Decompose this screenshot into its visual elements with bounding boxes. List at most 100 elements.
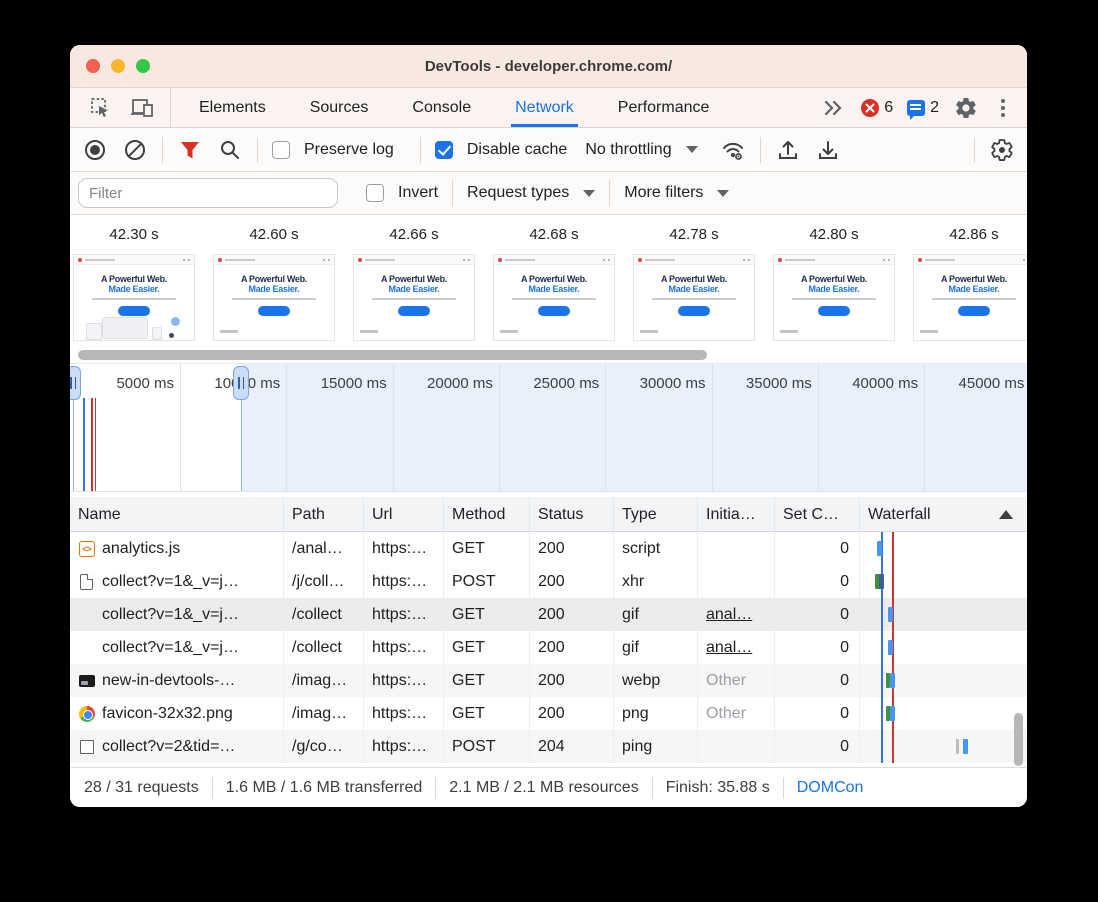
request-initiator[interactable]: anal…	[706, 606, 752, 624]
network-settings-gear-icon[interactable]	[989, 137, 1015, 163]
filmstrip-scrollbar	[70, 347, 1027, 363]
network-conditions-icon[interactable]	[720, 137, 746, 163]
waterfall-cell[interactable]	[860, 664, 1027, 697]
request-status: 200	[530, 631, 614, 664]
load-marker-line	[91, 398, 93, 491]
tab-elements[interactable]: Elements	[199, 88, 266, 127]
tab-performance[interactable]: Performance	[618, 88, 710, 127]
disable-cache-label[interactable]: Disable cache	[467, 141, 568, 159]
waterfall-cell[interactable]	[860, 730, 1027, 763]
settings-gear-icon[interactable]	[953, 95, 979, 121]
column-header-status[interactable]: Status	[530, 497, 614, 532]
preserve-log-label[interactable]: Preserve log	[304, 141, 394, 159]
request-types-dropdown[interactable]: Request types	[467, 184, 595, 202]
timeline-left-handle[interactable]	[70, 366, 81, 400]
thumbnail-subheadline: Made Easier.	[494, 284, 614, 294]
thumbnail-headline: A Powerful Web.	[214, 274, 334, 284]
inspect-element-icon[interactable]	[88, 95, 114, 121]
customize-devtools-icon[interactable]	[1001, 106, 1005, 110]
request-initiator[interactable]: anal…	[706, 639, 752, 657]
column-header-path[interactable]: Path	[284, 497, 364, 532]
column-header-type[interactable]: Type	[614, 497, 698, 532]
export-har-icon[interactable]	[815, 137, 841, 163]
filter-input[interactable]	[78, 178, 338, 208]
request-name[interactable]: new-in-devtools-…	[102, 672, 235, 690]
table-row[interactable]: collect?v=2&tid=…/g/co…https:…POST204pin…	[70, 730, 1027, 763]
tab-sources[interactable]: Sources	[310, 88, 369, 127]
request-set-cookies: 0	[775, 565, 860, 598]
column-header-method[interactable]: Method	[444, 497, 530, 532]
request-url: https:…	[364, 565, 444, 598]
domcontentloaded-time: DOMCon	[797, 779, 864, 797]
filter-icon[interactable]	[177, 137, 203, 163]
column-header-initiator[interactable]: Initia…	[698, 497, 775, 532]
timeline-tick-label: 10000 ms	[214, 375, 286, 392]
request-url: https:…	[364, 598, 444, 631]
search-icon[interactable]	[217, 137, 243, 163]
issues-badge[interactable]: 2	[907, 99, 939, 117]
preserve-log-checkbox[interactable]	[272, 141, 290, 159]
error-badge[interactable]: 6	[861, 99, 893, 117]
chevron-down-icon	[583, 190, 595, 197]
table-row[interactable]: <>analytics.js/anal…https:…GET200script0	[70, 532, 1027, 565]
timeline-overview[interactable]: 5000 ms10000 ms15000 ms20000 ms25000 ms3…	[70, 363, 1027, 492]
filmstrip-frame[interactable]: 42.66 sA Powerful Web.Made Easier.	[353, 215, 475, 341]
request-name[interactable]: analytics.js	[102, 540, 180, 558]
disable-cache-checkbox[interactable]	[435, 141, 453, 159]
filmstrip-frame[interactable]: 42.30 sA Powerful Web.Made Easier.	[73, 215, 195, 341]
timeline-tick-label: 30000 ms	[640, 375, 712, 392]
thumbnail-cta-button	[818, 306, 850, 316]
timeline-tick-label: 15000 ms	[321, 375, 393, 392]
clear-network-log-icon[interactable]	[122, 137, 148, 163]
request-name[interactable]: collect?v=2&tid=…	[102, 738, 235, 756]
filmstrip-frame[interactable]: 42.68 sA Powerful Web.Made Easier.	[493, 215, 615, 341]
waterfall-bar	[890, 673, 895, 688]
throttling-dropdown[interactable]: No throttling	[585, 141, 697, 159]
request-name[interactable]: favicon-32x32.png	[102, 705, 233, 723]
thumbnail-headline: A Powerful Web.	[74, 274, 194, 284]
vertical-scrollbar-thumb[interactable]	[1014, 713, 1023, 766]
horizontal-scrollbar-thumb[interactable]	[78, 350, 707, 360]
waterfall-cell[interactable]	[860, 631, 1027, 664]
filmstrip-frame[interactable]: 42.78 sA Powerful Web.Made Easier.	[633, 215, 755, 341]
frame-thumbnail: A Powerful Web.Made Easier.	[353, 254, 475, 341]
more-tabs-icon[interactable]	[821, 95, 847, 121]
more-filters-label: More filters	[624, 184, 703, 202]
panel-tabs: Elements Sources Console Network Perform…	[199, 88, 709, 127]
table-row[interactable]: favicon-32x32.png/imag…https:…GET200pngO…	[70, 697, 1027, 730]
table-row[interactable]: collect?v=1&_v=j…/collecthttps:…GET200gi…	[70, 631, 1027, 664]
thumbnail-subheadline: Made Easier.	[774, 284, 894, 294]
table-row[interactable]: new-in-devtools-…/imag…https:…GET200webp…	[70, 664, 1027, 697]
waterfall-cell[interactable]	[860, 598, 1027, 631]
invert-label[interactable]: Invert	[398, 184, 438, 202]
waterfall-bar	[888, 640, 893, 655]
more-filters-dropdown[interactable]: More filters	[624, 184, 729, 202]
invert-checkbox[interactable]	[366, 184, 384, 202]
request-name[interactable]: collect?v=1&_v=j…	[102, 573, 239, 591]
tab-console[interactable]: Console	[412, 88, 471, 127]
request-name[interactable]: collect?v=1&_v=j…	[102, 639, 239, 657]
waterfall-cell[interactable]	[860, 532, 1027, 565]
column-header-set-cookies[interactable]: Set C…	[775, 497, 860, 532]
error-count: 6	[884, 99, 893, 117]
table-row[interactable]: collect?v=1&_v=j…/collecthttps:…GET200gi…	[70, 598, 1027, 631]
import-har-icon[interactable]	[775, 137, 801, 163]
timeline-right-handle[interactable]	[233, 366, 249, 400]
table-row[interactable]: collect?v=1&_v=j…/j/coll…https:…POST200x…	[70, 565, 1027, 598]
timeline-gridline	[180, 364, 181, 491]
request-set-cookies: 0	[775, 631, 860, 664]
column-header-url[interactable]: Url	[364, 497, 444, 532]
filmstrip-frame[interactable]: 42.86 sA Powerful Web.Made Easier.	[913, 215, 1027, 341]
column-header-waterfall[interactable]: Waterfall	[860, 497, 1027, 532]
toggle-device-toolbar-icon[interactable]	[130, 95, 156, 121]
tab-network[interactable]: Network	[515, 88, 574, 127]
column-header-name[interactable]: Name	[70, 497, 284, 532]
waterfall-cell[interactable]	[860, 697, 1027, 730]
filmstrip-frame[interactable]: 42.80 sA Powerful Web.Made Easier.	[773, 215, 895, 341]
record-network-log-icon[interactable]	[82, 137, 108, 163]
request-set-cookies: 0	[775, 598, 860, 631]
waterfall-cell[interactable]	[860, 565, 1027, 598]
filmstrip-frame[interactable]: 42.60 sA Powerful Web.Made Easier.	[213, 215, 335, 341]
load-marker-line-2	[95, 398, 97, 491]
request-name[interactable]: collect?v=1&_v=j…	[102, 606, 239, 624]
